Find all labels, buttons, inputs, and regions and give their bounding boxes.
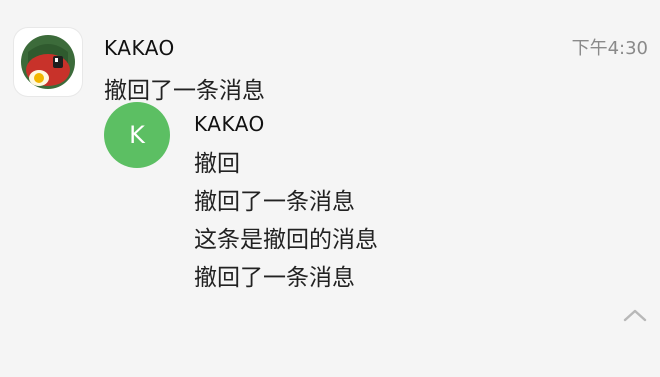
nested-message-lines: 撤回 撤回了一条消息 这条是撤回的消息 撤回了一条消息 [194,145,378,297]
nested-sender: KAKAO [194,112,265,136]
message-line: 撤回了一条消息 [194,189,355,215]
avatar: K [104,102,170,168]
kakao-app-icon [21,35,75,89]
message-line: 撤回了一条消息 [194,265,355,291]
avatar-letter: K [129,121,145,149]
notification-time: 下午4:30 [571,38,648,59]
app-icon [14,28,82,96]
notification-preview: 撤回了一条消息 [104,78,265,104]
message-line: 撤回 [194,151,240,177]
notification-card[interactable]: KAKAO 下午4:30 撤回了一条消息 K KAKAO 撤回 撤回了一条消息 … [0,0,660,377]
message-line: 这条是撤回的消息 [194,227,378,253]
collapse-button[interactable] [622,306,648,324]
notification-sender: KAKAO [104,36,175,60]
chevron-up-icon [623,309,647,322]
